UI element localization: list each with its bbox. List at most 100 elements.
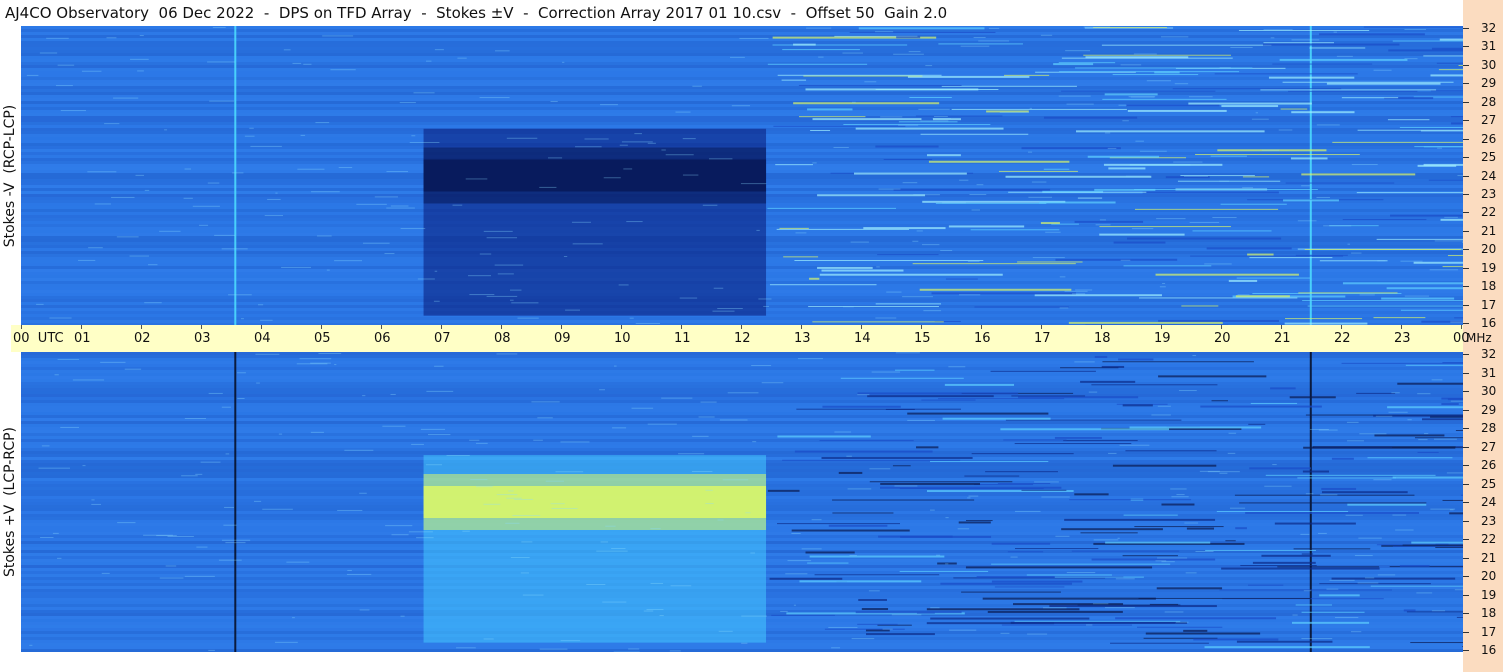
interference-streak: [1392, 545, 1463, 547]
freq-unit-label: MHz: [1466, 331, 1492, 345]
speckle: [192, 205, 220, 207]
speckle: [709, 158, 733, 160]
speckle: [1130, 96, 1155, 98]
freq-tick-label: 16: [1481, 316, 1497, 330]
interference-streak: [1094, 355, 1108, 358]
interference-streak: [1301, 611, 1365, 613]
speckle: [101, 572, 110, 574]
interference-streak: [1397, 382, 1463, 385]
speckle: [479, 253, 492, 255]
speckle: [1317, 532, 1327, 534]
freq-band: [21, 95, 1463, 98]
speckle: [334, 260, 363, 262]
speckle: [57, 557, 62, 559]
interference-streak: [805, 551, 855, 554]
time-tick-label: 10: [614, 331, 631, 346]
speckle: [232, 172, 244, 174]
interference-streak: [1145, 632, 1261, 635]
interference-streak: [1134, 526, 1224, 528]
spectrogram-stokes-plus-v: [21, 352, 1463, 652]
interference-streak: [1125, 450, 1217, 452]
time-tick-label: 13: [794, 331, 811, 346]
interference-streak: [1220, 203, 1287, 205]
speckle: [184, 417, 207, 419]
interference-streak: [772, 44, 908, 46]
speckle: [1156, 218, 1186, 220]
speckle: [1028, 196, 1052, 198]
speckle: [310, 362, 331, 364]
interference-streak: [817, 266, 873, 269]
interference-streak: [1001, 624, 1133, 626]
freq-band: [21, 53, 1463, 56]
interference-streak: [899, 570, 989, 572]
interference-streak: [961, 591, 1061, 593]
interference-streak: [1186, 527, 1215, 530]
interference-streak: [1411, 541, 1463, 544]
speckle: [1329, 579, 1355, 581]
time-tick: [681, 325, 682, 329]
speckle: [326, 269, 330, 271]
interference-streak: [1123, 265, 1212, 267]
interference-streak: [767, 63, 868, 65]
speckle: [1212, 217, 1237, 219]
interference-streak: [1239, 502, 1427, 504]
freq-tick-label: 30: [1481, 384, 1497, 398]
interference-streak: [1386, 287, 1463, 290]
interference-streak: [1061, 90, 1216, 92]
speckle: [1171, 496, 1189, 498]
speckle: [428, 434, 451, 436]
freq-tick-label: 23: [1481, 513, 1497, 528]
interference-streak: [809, 555, 945, 558]
interference-streak: [1034, 294, 1162, 297]
speckle: [218, 559, 242, 561]
speckle: [505, 522, 520, 524]
freq-tick-label: 27: [1481, 113, 1497, 128]
speckle: [255, 353, 280, 355]
freq-band: [21, 125, 1463, 128]
interference-streak: [1277, 566, 1380, 568]
time-tick-label: 04: [254, 331, 271, 346]
speckle: [425, 464, 442, 466]
interference-streak: [915, 115, 1003, 117]
speckle: [793, 604, 796, 606]
speckle: [959, 294, 981, 296]
speckle: [745, 512, 751, 514]
interference-streak: [777, 74, 942, 76]
freq-band: [21, 110, 1463, 113]
time-tick: [1461, 325, 1462, 329]
interference-streak: [1455, 430, 1463, 432]
speckle: [1131, 228, 1154, 230]
time-tick-label: 19: [1154, 331, 1171, 346]
speckle: [1189, 221, 1220, 223]
speckle: [882, 628, 893, 630]
speckle: [1351, 164, 1378, 166]
speckle: [139, 35, 144, 37]
speckle: [135, 174, 144, 176]
interference-streak: [1054, 576, 1144, 578]
freq-band: [21, 382, 1463, 385]
freq-tick: [1463, 650, 1469, 651]
interference-streak: [807, 562, 849, 564]
interference-streak: [855, 611, 962, 614]
freq-tick-label: 32: [1481, 347, 1497, 361]
speckle: [1120, 64, 1142, 66]
speckle: [925, 65, 933, 67]
speckle: [237, 372, 246, 374]
speckle: [1373, 479, 1392, 481]
speckle: [880, 116, 903, 118]
speckle: [469, 439, 480, 441]
interference-streak: [799, 580, 922, 583]
speckle: [647, 142, 656, 144]
speckle: [851, 638, 875, 640]
interference-streak: [1304, 248, 1462, 250]
speckle: [1255, 112, 1258, 114]
speckle: [560, 441, 590, 443]
freq-band: [21, 107, 1463, 110]
speckle: [1104, 132, 1111, 134]
speckle: [670, 585, 692, 587]
speckle: [698, 416, 715, 418]
speckle: [533, 439, 543, 441]
freq-tick-label: 31: [1481, 365, 1497, 380]
speckle: [898, 124, 919, 126]
interference-streak: [1205, 549, 1316, 551]
